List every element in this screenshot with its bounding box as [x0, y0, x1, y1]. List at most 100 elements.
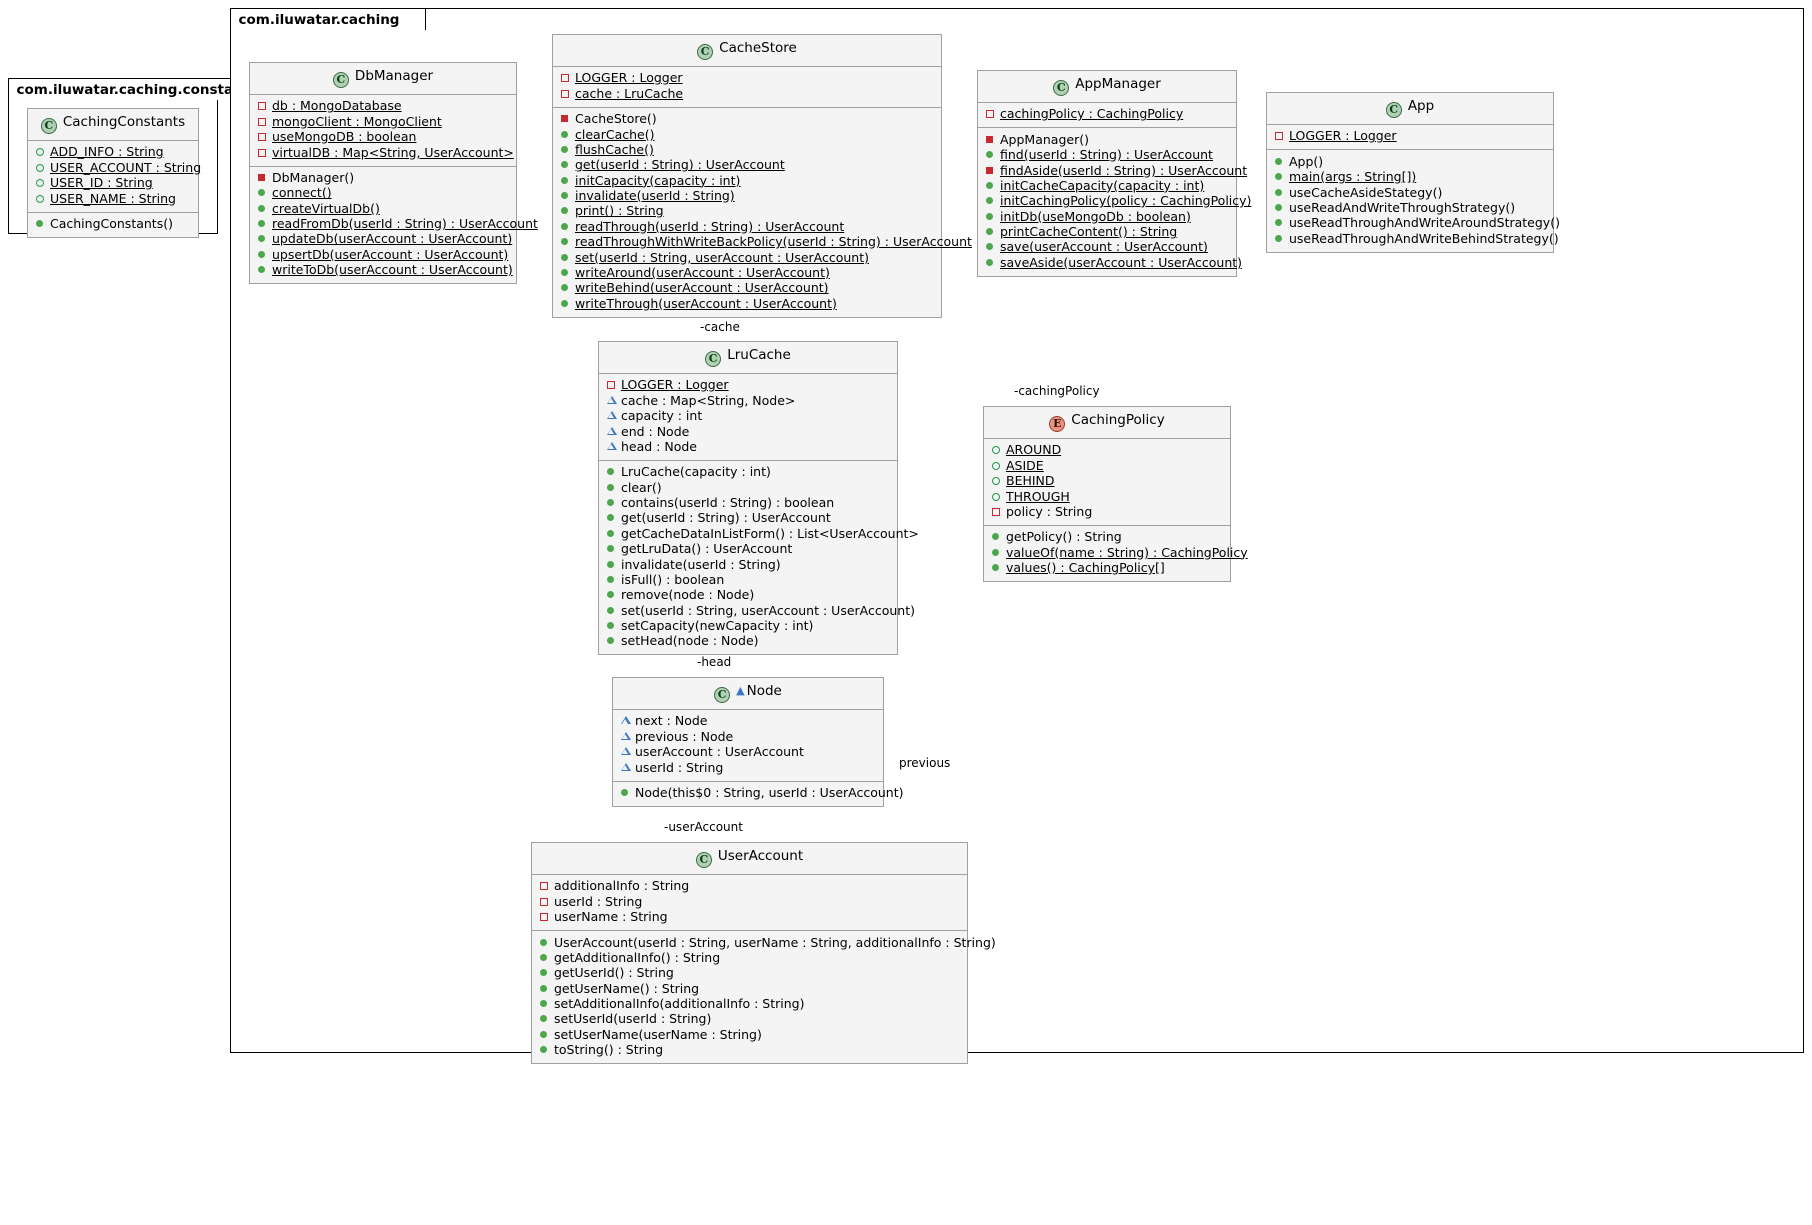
- member-row: additionalInfo : String: [539, 879, 959, 894]
- member-label: getPolicy() : String: [1006, 530, 1122, 545]
- class-cache-store[interactable]: CCacheStore LOGGER : Loggercache : LruCa…: [552, 34, 942, 318]
- class-caching-policy[interactable]: ECachingPolicy AROUNDASIDEBEHINDTHROUGHp…: [983, 406, 1231, 582]
- member-label: previous : Node: [635, 730, 733, 745]
- member-label: getUserName() : String: [554, 982, 699, 997]
- member-row: setHead(node : Node): [606, 634, 889, 649]
- member-label: getUserId() : String: [554, 966, 674, 981]
- member-row: capacity : int: [606, 409, 889, 424]
- class-name: App: [1408, 98, 1434, 114]
- class-header-caching-policy: ECachingPolicy: [984, 407, 1230, 439]
- methods-section: Node(this$0 : String, userId : UserAccou…: [613, 782, 883, 806]
- member-label: CachingConstants(): [50, 217, 173, 232]
- member-row: useCacheAsideStategy(): [1274, 185, 1545, 200]
- member-row: BEHIND: [991, 474, 1222, 489]
- visibility-prot-icon: [620, 730, 631, 741]
- edge-label-user-account: -userAccount: [664, 820, 743, 834]
- member-label: USER_ACCOUNT : String: [50, 161, 201, 176]
- member-row: userId : String: [539, 894, 959, 909]
- member-label: virtualDB : Map<String, UserAccount>: [272, 146, 514, 161]
- member-row: contains(userId : String) : boolean: [606, 496, 889, 511]
- visibility-pub-icon: [539, 982, 550, 993]
- fields-section: cachingPolicy : CachingPolicy: [978, 103, 1236, 128]
- visibility-pub-icon: [606, 604, 617, 615]
- methods-section: DbManager()connect()createVirtualDb()rea…: [250, 167, 516, 284]
- class-lru-cache[interactable]: CLruCache LOGGER : Loggercache : Map<Str…: [598, 341, 898, 655]
- class-header-db-manager: CDbManager: [250, 63, 516, 95]
- class-name: CachingConstants: [63, 114, 185, 130]
- visibility-priv-icon: [257, 130, 268, 141]
- visibility-pub-icon: [257, 217, 268, 228]
- class-header-app-manager: CAppManager: [978, 71, 1236, 103]
- member-row: previous : Node: [620, 729, 875, 744]
- member-row: ASIDE: [991, 458, 1222, 473]
- member-row: CachingConstants(): [35, 217, 190, 232]
- class-header-lru-cache: CLruCache: [599, 342, 897, 374]
- member-label: initCachingPolicy(policy : CachingPolicy…: [1000, 194, 1251, 209]
- member-row: ADD_INFO : String: [35, 145, 190, 160]
- visibility-pub-icon: [606, 496, 617, 507]
- visibility-pub-icon: [560, 128, 571, 139]
- class-user-account[interactable]: CUserAccount additionalInfo : Stringuser…: [531, 842, 968, 1064]
- visibility-pub-icon: [1274, 216, 1285, 227]
- visibility-priv-icon: [257, 146, 268, 157]
- visibility-pub-icon: [606, 481, 617, 492]
- member-row: readThrough(userId : String) : UserAccou…: [560, 219, 933, 234]
- member-label: setUserId(userId : String): [554, 1012, 711, 1027]
- visibility-pub-icon: [539, 997, 550, 1008]
- member-row: setUserName(userName : String): [539, 1027, 959, 1042]
- member-row: LruCache(capacity : int): [606, 465, 889, 480]
- class-caching-constants[interactable]: CCachingConstants ADD_INFO : StringUSER_…: [27, 108, 199, 238]
- fields-section: AROUNDASIDEBEHINDTHROUGHpolicy : String: [984, 439, 1230, 526]
- member-row: values() : CachingPolicy[]: [991, 561, 1222, 576]
- methods-section: CacheStore()clearCache()flushCache()get(…: [553, 108, 941, 317]
- member-label: useReadAndWriteThroughStrategy(): [1289, 201, 1515, 216]
- visibility-pub-icon: [560, 220, 571, 231]
- member-label: writeBehind(userAccount : UserAccount): [575, 281, 829, 296]
- visibility-privf-icon: [985, 164, 996, 175]
- member-row: setAdditionalInfo(additionalInfo : Strin…: [539, 997, 959, 1012]
- member-label: BEHIND: [1006, 474, 1055, 489]
- member-label: LOGGER : Logger: [1289, 129, 1397, 144]
- class-badge-icon: C: [714, 687, 730, 703]
- class-app[interactable]: CApp LOGGER : Logger App()main(args : St…: [1266, 92, 1554, 253]
- member-label: next : Node: [635, 714, 707, 729]
- class-node[interactable]: C▲Node next : Nodeprevious : NodeuserAcc…: [612, 677, 884, 807]
- package-fold-icon: [407, 9, 425, 30]
- fields-section: ADD_INFO : StringUSER_ACCOUNT : String US…: [28, 141, 198, 213]
- member-label: setAdditionalInfo(additionalInfo : Strin…: [554, 997, 804, 1012]
- member-label: ASIDE: [1006, 459, 1044, 474]
- class-diagram-canvas: com.iluwatar.caching.constants CCachingC…: [0, 0, 1812, 1225]
- member-row: userId : String: [620, 760, 875, 775]
- member-label: setCapacity(newCapacity : int): [621, 619, 813, 634]
- class-badge-icon: C: [697, 44, 713, 60]
- visibility-pub-icon: [606, 527, 617, 538]
- member-row: useReadAndWriteThroughStrategy(): [1274, 201, 1545, 216]
- class-db-manager[interactable]: CDbManager db : MongoDatabasemongoClient…: [249, 62, 517, 284]
- class-app-manager[interactable]: CAppManager cachingPolicy : CachingPolic…: [977, 70, 1237, 277]
- member-label: ADD_INFO : String: [50, 145, 164, 160]
- visibility-pkg-icon: [35, 192, 46, 203]
- methods-section: LruCache(capacity : int)clear()contains(…: [599, 461, 897, 655]
- member-row: save(userAccount : UserAccount): [985, 240, 1228, 255]
- member-label: initDb(useMongoDb : boolean): [1000, 210, 1191, 225]
- member-row: USER_NAME : String: [35, 191, 190, 206]
- visibility-pub-icon: [985, 179, 996, 190]
- visibility-priv-icon: [991, 505, 1002, 516]
- member-row: isFull() : boolean: [606, 573, 889, 588]
- visibility-priv-icon: [560, 87, 571, 98]
- fields-section: next : Nodeprevious : NodeuserAccount : …: [613, 710, 883, 782]
- visibility-pub-icon: [985, 194, 996, 205]
- member-label: Node(this$0 : String, userId : UserAccou…: [635, 786, 904, 801]
- package-name-caching: com.iluwatar.caching: [239, 12, 400, 28]
- member-label: writeAround(userAccount : UserAccount): [575, 266, 830, 281]
- member-label: setUserName(userName : String): [554, 1028, 762, 1043]
- member-label: UserAccount(userId : String, userName : …: [554, 936, 996, 951]
- visibility-pub-icon: [606, 573, 617, 584]
- member-label: LruCache(capacity : int): [621, 465, 771, 480]
- member-row: printCacheContent() : String: [985, 225, 1228, 240]
- visibility-pkg-icon: [35, 176, 46, 187]
- member-row: head : Node: [606, 440, 889, 455]
- edge-label-previous: previous: [899, 756, 950, 770]
- member-row: print() : String: [560, 204, 933, 219]
- member-row: main(args : String[]): [1274, 170, 1545, 185]
